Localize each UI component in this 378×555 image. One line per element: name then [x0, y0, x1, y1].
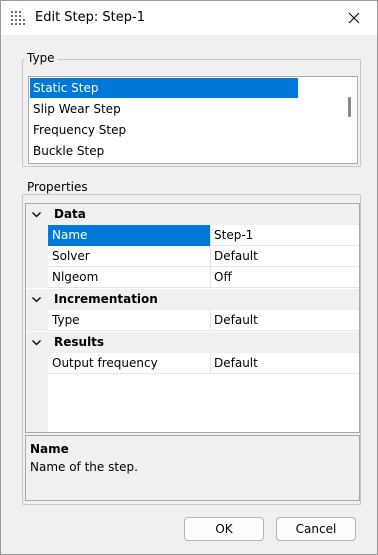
category-row-results[interactable]: Results: [26, 332, 359, 353]
property-row-output-frequency[interactable]: Output frequency Default: [26, 353, 359, 374]
property-row-type[interactable]: Type Default: [26, 310, 359, 331]
list-item-slip-wear-step[interactable]: Slip Wear Step: [30, 99, 121, 119]
property-value[interactable]: Default: [210, 310, 359, 331]
description-title: Name: [30, 442, 69, 456]
edit-step-dialog: Edit Step: Step-1 Type Static Step Slip …: [0, 0, 378, 555]
list-item-frequency-step[interactable]: Frequency Step: [30, 120, 126, 140]
property-value[interactable]: Default: [210, 353, 359, 374]
properties-group-label: Properties: [24, 180, 91, 194]
category-row-data[interactable]: Data: [26, 204, 359, 225]
property-name[interactable]: Type: [48, 310, 210, 331]
chevron-down-icon[interactable]: [31, 337, 42, 348]
close-icon: [348, 12, 360, 24]
property-name[interactable]: Nlgeom: [48, 267, 210, 288]
list-item-static-step[interactable]: Static Step: [30, 78, 298, 98]
property-value[interactable]: Default: [210, 246, 359, 267]
property-row-name[interactable]: Name Step-1: [26, 225, 359, 246]
type-group-label: Type: [24, 51, 58, 65]
ok-button[interactable]: OK: [184, 517, 264, 541]
category-label: Data: [54, 207, 86, 221]
chevron-down-icon[interactable]: [31, 209, 42, 220]
category-row-incrementation[interactable]: Incrementation: [26, 289, 359, 310]
property-row-solver[interactable]: Solver Default: [26, 246, 359, 267]
property-description-panel: Name Name of the step.: [25, 435, 360, 501]
title-bar[interactable]: Edit Step: Step-1: [1, 1, 377, 35]
category-label: Incrementation: [54, 292, 158, 306]
chevron-down-icon[interactable]: [31, 294, 42, 305]
description-text: Name of the step.: [30, 460, 138, 474]
grid-gutter-filler: [26, 374, 48, 432]
property-row-nlgeom[interactable]: Nlgeom Off: [26, 267, 359, 288]
property-value[interactable]: Off: [210, 267, 359, 288]
property-name[interactable]: Solver: [48, 246, 210, 267]
step-type-list[interactable]: Static Step Slip Wear Step Frequency Ste…: [28, 76, 358, 164]
list-scrollbar-thumb[interactable]: [348, 97, 351, 117]
cancel-button[interactable]: Cancel: [276, 517, 356, 541]
property-value[interactable]: Step-1: [210, 225, 359, 246]
close-button[interactable]: [331, 1, 377, 35]
app-icon: [10, 10, 26, 26]
property-name[interactable]: Output frequency: [48, 353, 210, 374]
list-item-buckle-step[interactable]: Buckle Step: [30, 141, 104, 161]
property-name[interactable]: Name: [48, 225, 210, 246]
window-title: Edit Step: Step-1: [35, 10, 145, 25]
property-grid[interactable]: Data Name Step-1 Solver Default Nlgeom O…: [25, 203, 360, 433]
category-label: Results: [54, 335, 105, 349]
